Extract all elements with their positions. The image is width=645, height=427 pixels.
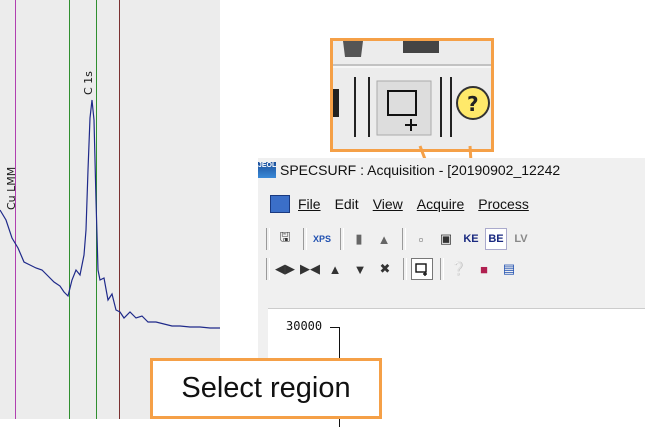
save-icon[interactable]: 🖫 [274, 228, 296, 250]
sample-icon[interactable]: ▮ [348, 228, 370, 250]
document-icon[interactable] [270, 195, 290, 213]
toolbar-view: ◀▶ ▶◀ ▲ ▼ ✖ ❔ ■ ▤ [262, 256, 523, 282]
menu-process[interactable]: Process [478, 196, 529, 212]
y-axis-tick-label: 30000 [286, 319, 323, 333]
chart-icon[interactable]: ▤ [498, 258, 520, 280]
menu-edit[interactable]: Edit [335, 196, 359, 212]
shrink-vertical-icon[interactable]: ▼ [349, 258, 371, 280]
select-region-icon[interactable] [411, 258, 433, 280]
ke-button[interactable]: KE [460, 228, 482, 250]
expand-horizontal-icon[interactable]: ◀▶ [274, 258, 296, 280]
window-titlebar: JEOL SPECSURF : Acquisition - [20190902_… [258, 158, 560, 182]
menu-bar: File Edit View Acquire Process [258, 192, 543, 216]
zoom-toolbar-detail: ? [333, 41, 491, 149]
select-region-callout: Select region [150, 358, 382, 419]
toolbar-main: 🖫 XPS ▮ ▲ ▫ ▣ KE BE LV [262, 226, 535, 252]
menu-acquire[interactable]: Acquire [417, 196, 464, 212]
page-icon[interactable]: ▫ [410, 228, 432, 250]
menu-file[interactable]: File [298, 196, 321, 212]
be-button[interactable]: BE [485, 228, 507, 250]
fit-all-icon[interactable]: ✖ [374, 258, 396, 280]
help-icon[interactable]: ❔ [448, 258, 470, 280]
menu-view[interactable]: View [373, 196, 403, 212]
svg-text:?: ? [467, 92, 479, 116]
zoom-inset: ? [330, 38, 494, 152]
lv-button[interactable]: LV [510, 228, 532, 250]
peak-icon[interactable]: ■ [473, 258, 495, 280]
xps-icon[interactable]: XPS [311, 228, 333, 250]
camera-icon[interactable]: ▣ [435, 228, 457, 250]
spectrum-curve [0, 99, 220, 329]
shrink-horizontal-icon[interactable]: ▶◀ [299, 258, 321, 280]
expand-vertical-icon[interactable]: ▲ [324, 258, 346, 280]
spectrum-panel: Cu LMM C 1s [0, 0, 220, 419]
app-logo-icon: JEOL [258, 162, 276, 178]
stage-icon[interactable]: ▲ [373, 228, 395, 250]
window-title: SPECSURF : Acquisition - [20190902_12242 [280, 162, 561, 178]
